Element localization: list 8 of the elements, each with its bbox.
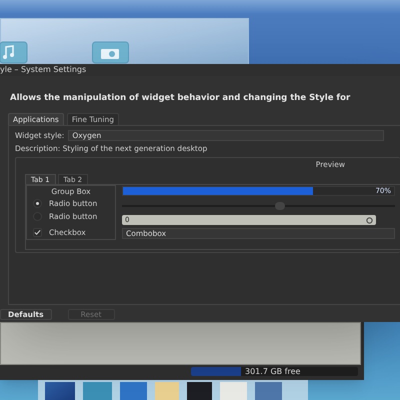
free-space-label: 301.7 GB free: [245, 367, 300, 376]
music-folder-icon: [0, 41, 28, 64]
page-header: Allows the manipulation of widget behavior and changing the Style for: [9, 92, 352, 104]
camera-folder-icon: [92, 41, 129, 64]
window-title: yle – System Settings: [0, 64, 400, 76]
checkbox[interactable]: [33, 228, 42, 237]
slider-handle[interactable]: [275, 202, 286, 210]
radio-button[interactable]: [33, 199, 42, 208]
